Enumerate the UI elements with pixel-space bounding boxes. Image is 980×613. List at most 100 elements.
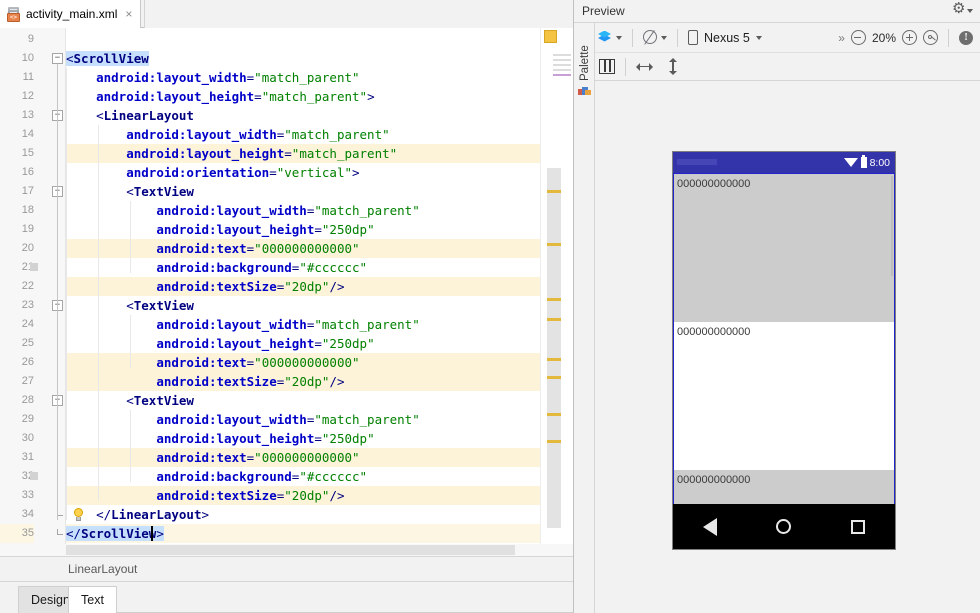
horizontal-scrollbar[interactable]	[0, 544, 573, 556]
code-line[interactable]: <TextView	[66, 391, 540, 410]
line-number-gutter: 9 10 11 12 13 14 15 16 17 18 19 20 21 22 23 24 25 26 27 28 2…	[0, 28, 42, 556]
marker-scrollbar[interactable]	[540, 28, 573, 556]
android-studio-window: <> activity_main.xml × 9 10 11 12 13 14 15 16 17…	[0, 0, 980, 613]
zoom-out-button[interactable]	[848, 30, 869, 45]
code-line[interactable]: android:background="#cccccc"	[66, 467, 540, 486]
device-render-frame[interactable]: 8:00 000000000000 000000000000 000000000…	[672, 151, 896, 550]
warning-marker[interactable]	[547, 413, 561, 416]
code-line[interactable]: android:layout_height="250dp"	[66, 220, 540, 239]
warning-marker[interactable]	[547, 440, 561, 443]
android-navigation-bar	[673, 504, 895, 549]
fold-end-marker[interactable]	[52, 529, 63, 538]
toolbar-divider	[625, 57, 626, 76]
code-line[interactable]: android:layout_width="match_parent"	[66, 410, 540, 429]
issues-button[interactable]: !	[956, 30, 980, 45]
code-line[interactable]: <ScrollView	[66, 49, 540, 68]
device-selector[interactable]: Nexus 5	[685, 30, 765, 45]
zoom-fit-button[interactable]	[920, 30, 941, 45]
code-line[interactable]: android:layout_width="match_parent"	[66, 315, 540, 334]
code-line[interactable]: android:textSize="20dp"/>	[66, 277, 540, 296]
line-number: 23	[21, 299, 34, 311]
indent-guide	[130, 315, 131, 368]
chevron-down-icon	[755, 35, 762, 40]
code-line[interactable]: android:text="000000000000"	[66, 239, 540, 258]
code-line[interactable]: android:layout_height="match_parent"	[66, 144, 540, 163]
warnings-indicator[interactable]	[544, 30, 557, 43]
code-line[interactable]: android:background="#cccccc"	[66, 258, 540, 277]
nav-recents-icon[interactable]	[851, 519, 866, 534]
warning-marker[interactable]	[547, 358, 561, 361]
palette-label: Palette	[579, 45, 591, 81]
file-tab-activity-main-xml[interactable]: <> activity_main.xml ×	[0, 0, 142, 28]
palette-tool-strip[interactable]: Palette	[574, 23, 595, 613]
warning-marker[interactable]	[547, 376, 561, 379]
line-number: 34	[21, 508, 34, 520]
zoom-in-button[interactable]	[899, 30, 920, 45]
preview-toolbar-secondary	[595, 53, 980, 81]
code-line[interactable]: android:text="000000000000"	[66, 448, 540, 467]
scrollview-preview[interactable]: 000000000000 000000000000 000000000000	[673, 173, 895, 506]
status-bar-time: 8:00	[869, 156, 890, 169]
editor-mode-tabs: Design Text	[0, 582, 573, 613]
code-line[interactable]: android:text="000000000000"	[66, 353, 540, 372]
vertical-resize-button[interactable]	[656, 58, 681, 75]
line-number: 15	[21, 147, 34, 159]
horizontal-resize-button[interactable]	[633, 62, 656, 72]
fold-toggle-icon[interactable]: −	[52, 53, 63, 64]
warning-marker[interactable]	[547, 243, 561, 246]
toolbar-overflow-button[interactable]: »	[838, 31, 848, 45]
scrollbar-thumb[interactable]	[547, 168, 561, 528]
preview-canvas[interactable]: 8:00 000000000000 000000000000 000000000…	[595, 81, 980, 613]
render-mode-button[interactable]	[595, 30, 625, 45]
line-number: 13	[21, 109, 34, 121]
line-number: 11	[22, 71, 34, 83]
horizontal-scrollbar-thumb[interactable]	[66, 545, 515, 555]
close-icon[interactable]: ×	[125, 8, 132, 20]
zoom-level-label: 20%	[871, 30, 896, 45]
textview-3-text: 000000000000	[677, 474, 751, 486]
line-number: 19	[21, 223, 34, 235]
intention-bulb-icon[interactable]	[72, 508, 85, 522]
code-line[interactable]: <TextView	[66, 296, 540, 315]
code-line[interactable]: <LinearLayout	[66, 106, 540, 125]
horizontal-resize-icon	[636, 62, 653, 72]
code-line[interactable]: </ScrollView>	[66, 524, 540, 543]
warning-marker[interactable]	[547, 190, 561, 193]
code-line[interactable]: android:textSize="20dp"/>	[66, 486, 540, 505]
textview-preview-1: 000000000000	[674, 174, 894, 322]
warning-marker[interactable]	[547, 318, 561, 321]
nav-back-icon[interactable]	[702, 517, 717, 536]
zoom-out-icon	[850, 30, 866, 45]
orientation-button[interactable]	[640, 30, 670, 45]
tab-text[interactable]: Text	[68, 586, 117, 613]
wifi-icon	[843, 158, 858, 167]
code-line[interactable]: </LinearLayout>	[66, 505, 540, 524]
grid-view-button[interactable]	[595, 59, 618, 74]
code-folding-column[interactable]: −−−−−	[42, 28, 66, 556]
breadcrumb[interactable]: LinearLayout	[0, 556, 573, 582]
code-text-area[interactable]: <ScrollView android:layout_width="match_…	[66, 28, 540, 556]
nav-home-icon[interactable]	[776, 519, 792, 534]
preview-title-label: Preview	[582, 4, 625, 18]
code-line[interactable]: android:layout_width="match_parent"	[66, 201, 540, 220]
code-line[interactable]: <TextView	[66, 182, 540, 201]
code-line[interactable]: android:layout_height="250dp"	[66, 429, 540, 448]
code-line[interactable]	[66, 30, 540, 49]
tab-bar-empty-area	[144, 0, 573, 28]
line-number: 31	[21, 451, 34, 463]
code-line[interactable]: android:orientation="vertical">	[66, 163, 540, 182]
line-number: 10	[21, 52, 34, 64]
preview-settings-button[interactable]	[952, 1, 973, 17]
code-line[interactable]: android:textSize="20dp"/>	[66, 372, 540, 391]
line-number: 17	[21, 185, 34, 197]
preview-title-bar: Preview	[574, 0, 980, 23]
code-line[interactable]: android:layout_height="match_parent">	[66, 87, 540, 106]
code-editor[interactable]: 9 10 11 12 13 14 15 16 17 18 19 20 21 22 23 24 25 26 27 28 2…	[0, 28, 573, 556]
line-number: 32	[21, 470, 34, 482]
phone-icon	[688, 30, 698, 45]
code-line[interactable]: android:layout_height="250dp"	[66, 334, 540, 353]
code-line[interactable]: android:layout_width="match_parent"	[66, 125, 540, 144]
warning-marker[interactable]	[547, 298, 561, 301]
line-number: 35	[0, 524, 34, 543]
code-line[interactable]: android:layout_width="match_parent"	[66, 68, 540, 87]
